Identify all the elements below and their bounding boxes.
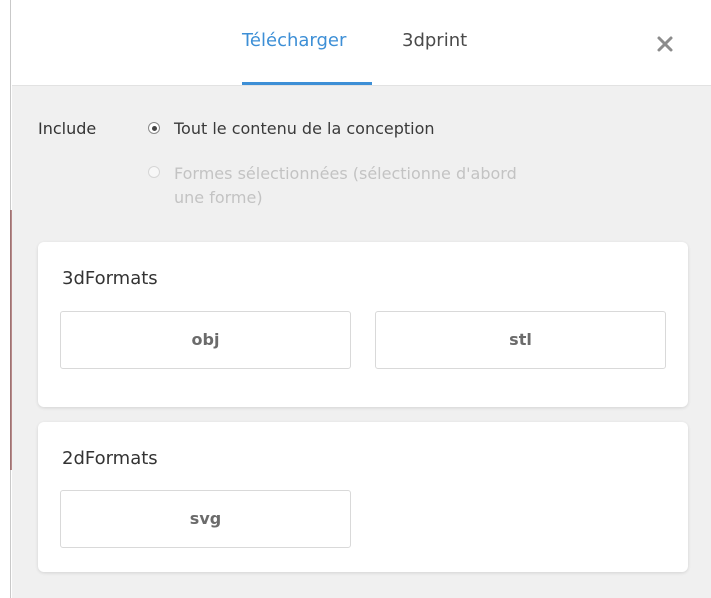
radio-selected-shapes-label: Formes sélectionnées (sélectionne d'abor… [174,164,517,207]
svg-button[interactable]: svg [60,490,351,548]
panel-header: Télécharger 3dprint [12,0,711,86]
tab-telecharger[interactable]: Télécharger [242,28,346,54]
stl-button[interactable]: stl [375,311,666,369]
radio-all-content-label: Tout le contenu de la conception [174,119,435,138]
export-panel: Télécharger 3dprint Include Tout le cont… [12,0,711,598]
close-button[interactable] [651,30,679,58]
tab-3dprint[interactable]: 3dprint [402,28,467,54]
include-label: Include [38,119,97,138]
close-icon [657,36,673,52]
radio-selected-icon[interactable] [148,122,160,134]
active-tab-indicator [242,82,372,85]
card-title-2d-formats: 2dFormats [62,448,158,469]
obj-button[interactable]: obj [60,311,351,369]
radio-disabled-icon [148,166,160,178]
card-3d-formats: 3dFormats obj stl [38,242,688,407]
card-title-3d-formats: 3dFormats [62,268,158,289]
card-2d-formats: 2dFormats svg [38,422,688,572]
